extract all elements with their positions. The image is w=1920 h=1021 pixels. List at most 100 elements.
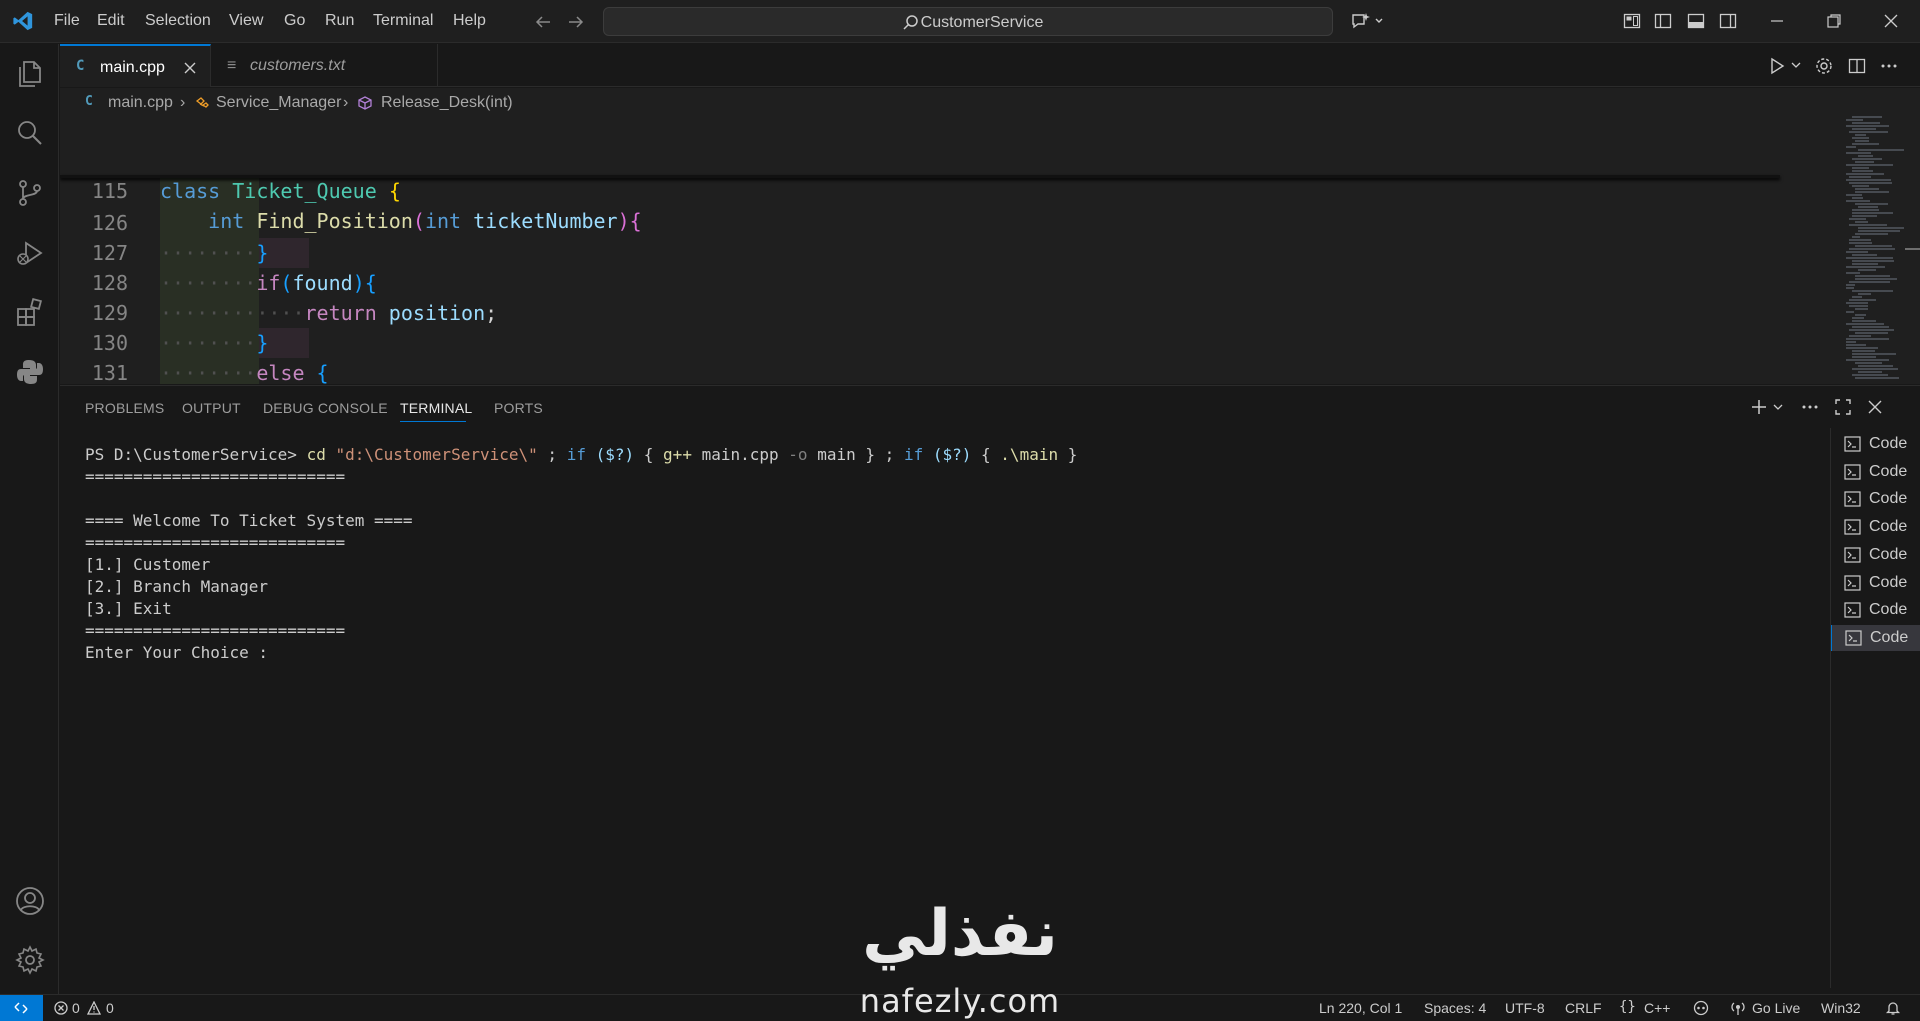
- tab-main-cpp[interactable]: C main.cpp: [60, 44, 211, 87]
- menu-view[interactable]: View: [229, 12, 263, 30]
- menu-help[interactable]: Help: [453, 12, 486, 30]
- minimap-line: [1855, 332, 1888, 334]
- terminal-token: main.cpp: [701, 445, 779, 464]
- command-center-search[interactable]: CustomerService: [603, 7, 1333, 36]
- minimap-line: [1855, 233, 1888, 235]
- panel-more-actions-icon[interactable]: [1801, 398, 1819, 416]
- minimap-line: [1849, 248, 1895, 250]
- minimap-line: [1849, 335, 1871, 337]
- minimap[interactable]: [1840, 116, 1920, 384]
- editor-tab-bar: C main.cpp ≡ customers.txt: [60, 44, 1920, 87]
- toggle-panel-icon[interactable]: [1687, 12, 1705, 30]
- code-line[interactable]: 131 ············return 0;: [60, 328, 1780, 384]
- copilot-status-icon[interactable]: [1692, 1000, 1710, 1016]
- menu-edit[interactable]: Edit: [97, 12, 125, 30]
- encoding[interactable]: UTF-8: [1505, 1000, 1545, 1016]
- tab-problems[interactable]: PROBLEMS: [85, 400, 164, 416]
- tab-debug-console[interactable]: DEBUG CONSOLE: [263, 400, 388, 416]
- menu-go[interactable]: Go: [284, 12, 305, 30]
- minimap-line: [1852, 158, 1882, 160]
- terminal-instance[interactable]: Code: [1831, 624, 1920, 651]
- forward-arrow-icon[interactable]: [566, 12, 586, 32]
- minimap-line: [1849, 305, 1868, 307]
- minimap-line: [1852, 209, 1879, 211]
- error-count[interactable]: 0: [72, 1000, 80, 1016]
- toggle-secondary-sidebar-icon[interactable]: [1719, 12, 1737, 30]
- more-actions-icon[interactable]: [1880, 57, 1898, 75]
- close-tab-icon[interactable]: [183, 61, 197, 75]
- settings-gear-icon[interactable]: [1815, 57, 1833, 75]
- platform[interactable]: Win32: [1821, 1000, 1861, 1016]
- code-editor[interactable]: 86 class Ticket_Queue { 115 int Find_Pos…: [60, 116, 1920, 384]
- code-line[interactable]: 132 ········}: [60, 358, 1780, 384]
- minimap-line: [1852, 296, 1862, 298]
- maximize-panel-icon[interactable]: [1834, 398, 1852, 416]
- source-control-icon[interactable]: [14, 177, 46, 209]
- search-icon[interactable]: [14, 117, 46, 149]
- breadcrumb-file[interactable]: main.cpp: [108, 94, 173, 112]
- breadcrumb-class[interactable]: Service_Manager: [216, 94, 341, 112]
- extensions-icon[interactable]: [14, 296, 46, 328]
- indentation[interactable]: Spaces: 4: [1424, 1000, 1486, 1016]
- minimap-line: [1846, 146, 1856, 148]
- terminal-output[interactable]: PS D:\CustomerService> cd "d:\CustomerSe…: [85, 444, 1077, 664]
- end-of-line[interactable]: CRLF: [1565, 1000, 1602, 1016]
- back-arrow-icon[interactable]: [533, 12, 553, 32]
- tab-terminal[interactable]: TERMINAL: [400, 400, 472, 416]
- menu-terminal[interactable]: Terminal: [373, 12, 433, 30]
- run-file-icon[interactable]: [1768, 57, 1786, 75]
- code-line[interactable]: 128 ············return position;: [60, 238, 1780, 325]
- terminal-instance[interactable]: Code: [1831, 570, 1920, 596]
- terminal-instance[interactable]: Code: [1831, 597, 1920, 623]
- minimize-icon[interactable]: [1768, 12, 1786, 30]
- notifications-bell-icon[interactable]: [1885, 1000, 1901, 1016]
- terminal-token: }: [1067, 445, 1078, 464]
- close-panel-icon[interactable]: [1866, 398, 1884, 416]
- cursor-position[interactable]: Ln 220, Col 1: [1319, 1000, 1402, 1016]
- terminal-token: }: [865, 445, 876, 464]
- menu-run[interactable]: Run: [325, 12, 354, 30]
- python-icon[interactable]: [14, 356, 46, 388]
- terminal-line: ===========================: [85, 621, 346, 640]
- run-and-debug-icon[interactable]: [14, 237, 46, 269]
- explorer-icon[interactable]: [14, 58, 46, 90]
- remote-indicator[interactable]: [0, 995, 43, 1021]
- breadcrumb-method[interactable]: Release_Desk(int): [381, 94, 513, 112]
- new-terminal-plus-icon[interactable]: [1750, 398, 1768, 416]
- customize-layout-icon[interactable]: [1623, 12, 1641, 30]
- terminal-instance[interactable]: Code: [1831, 431, 1920, 457]
- code-line[interactable]: 130 ········else {: [60, 298, 1780, 384]
- terminal-instance[interactable]: Code: [1831, 514, 1920, 540]
- menu-selection[interactable]: Selection: [145, 12, 211, 30]
- terminal-dropdown-chevron-icon[interactable]: [1773, 402, 1783, 412]
- tab-output[interactable]: OUTPUT: [182, 400, 241, 416]
- terminal-token: g++: [663, 445, 692, 464]
- restore-icon[interactable]: [1825, 12, 1843, 30]
- manage-gear-icon[interactable]: [14, 944, 46, 976]
- run-dropdown-chevron-icon[interactable]: [1791, 60, 1801, 70]
- close-window-icon[interactable]: [1882, 12, 1900, 30]
- accounts-icon[interactable]: [14, 885, 46, 917]
- warning-count[interactable]: 0: [106, 1000, 114, 1016]
- terminal-token: ($?): [932, 445, 972, 464]
- terminal-line: ===========================: [85, 533, 346, 552]
- sticky-line[interactable]: 86 class Ticket_Queue {: [60, 116, 1780, 203]
- minimap-line: [1849, 299, 1876, 301]
- search-label: CustomerService: [920, 14, 1044, 31]
- terminal-instance[interactable]: Code: [1831, 542, 1920, 568]
- code-line[interactable]: 129 ········}: [60, 268, 1780, 355]
- toggle-primary-sidebar-icon[interactable]: [1654, 12, 1672, 30]
- go-live-button[interactable]: Go Live: [1752, 1000, 1800, 1016]
- terminal-token: if: [903, 445, 924, 464]
- terminal-instance[interactable]: Code: [1831, 459, 1920, 485]
- code-line[interactable]: 127 ········if(found){: [60, 208, 1780, 295]
- language-mode[interactable]: C++: [1644, 1000, 1670, 1016]
- terminal-instance[interactable]: Code: [1831, 486, 1920, 512]
- code-line[interactable]: 126 ········}: [60, 178, 1780, 265]
- sticky-line[interactable]: 115 int Find_Position(int ticketNumber){: [60, 146, 1780, 233]
- tab-customers-txt[interactable]: ≡ customers.txt: [211, 44, 438, 87]
- menu-file[interactable]: File: [54, 12, 80, 30]
- copilot-icon[interactable]: [1350, 11, 1386, 31]
- split-editor-icon[interactable]: [1848, 57, 1866, 75]
- tab-ports[interactable]: PORTS: [494, 400, 543, 416]
